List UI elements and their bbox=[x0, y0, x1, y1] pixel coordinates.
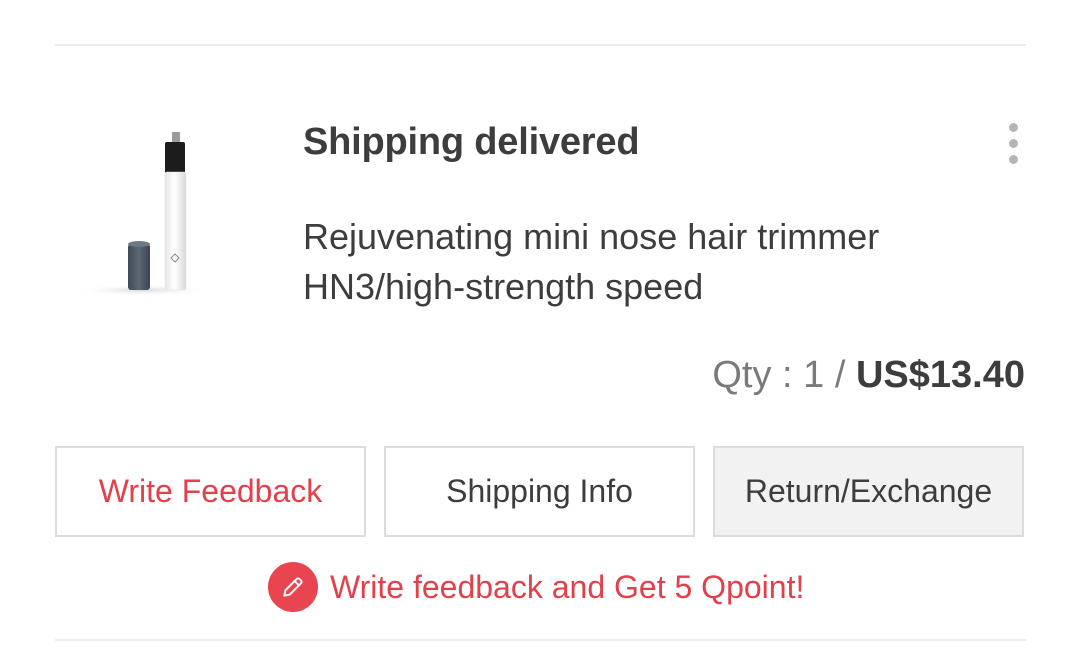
more-vertical-icon[interactable] bbox=[995, 118, 1031, 168]
price-value: US$13.40 bbox=[855, 354, 1025, 396]
bottom-divider bbox=[55, 639, 1026, 641]
promo-text: Write feedback and Get 5 Qpoint! bbox=[330, 568, 805, 605]
quantity-label: Qty : 1 / bbox=[712, 354, 856, 396]
menu-dot bbox=[1008, 138, 1018, 148]
menu-dot bbox=[1008, 154, 1018, 164]
pencil-icon bbox=[268, 562, 318, 612]
feedback-promo-link[interactable]: Write feedback and Get 5 Qpoint! bbox=[268, 562, 804, 612]
shipping-info-button[interactable]: Shipping Info bbox=[384, 446, 695, 537]
menu-dot bbox=[1008, 122, 1018, 132]
order-status-title: Shipping delivered bbox=[303, 121, 640, 163]
write-feedback-button[interactable]: Write Feedback bbox=[55, 446, 366, 537]
return-exchange-button[interactable]: Return/Exchange bbox=[713, 446, 1024, 537]
quantity-price: Qty : 1 / US$13.40 bbox=[712, 350, 1025, 400]
top-divider bbox=[55, 44, 1026, 46]
product-name[interactable]: Rejuvenating mini nose hair trimmer HN3/… bbox=[303, 212, 1003, 312]
order-item-card: Shipping delivered Rejuvenating mini nos… bbox=[0, 0, 1080, 652]
product-image[interactable] bbox=[68, 118, 218, 308]
